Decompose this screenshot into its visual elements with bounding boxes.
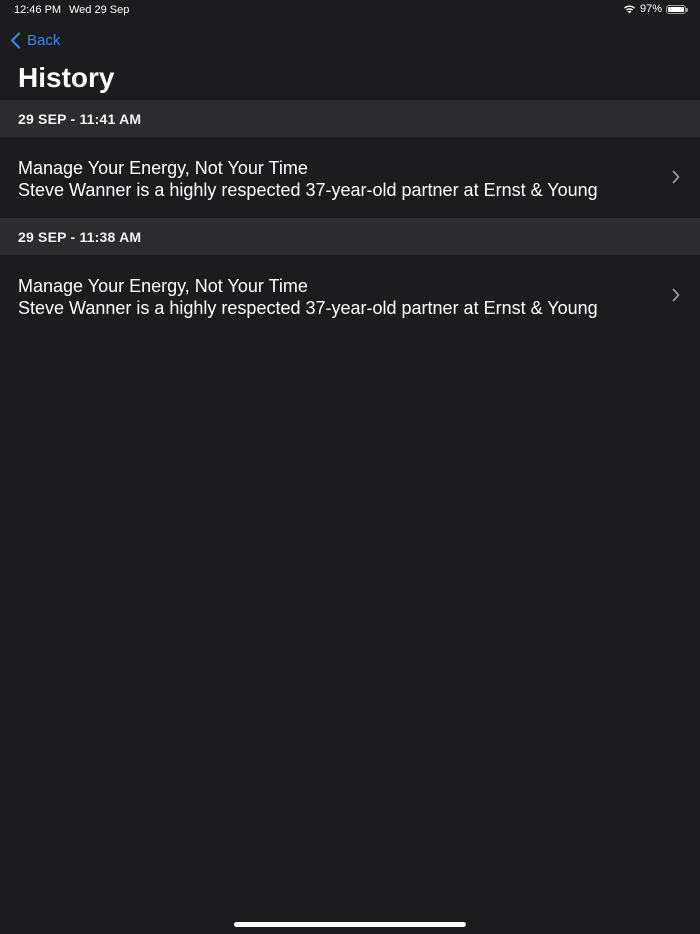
item-title: Manage Your Energy, Not Your Time [18,158,308,178]
wifi-icon [623,5,635,14]
status-indicators: 97% [623,3,688,15]
battery-nub [686,7,688,12]
home-indicator[interactable] [234,922,466,927]
status-bar: 12:46 PM Wed 29 Sep 97% [0,0,700,20]
history-item[interactable]: Manage Your Energy, Not Your Time Steve … [0,255,700,336]
page-title: History [18,62,115,93]
section-date-label: 29 SEP - 11:38 AM [18,228,142,245]
section-date-label: 29 SEP - 11:41 AM [18,110,142,127]
history-item[interactable]: Manage Your Energy, Not Your Time Steve … [0,137,700,218]
back-label: Back [27,31,61,49]
item-subtitle: Steve Wanner is a highly respected 37-ye… [18,298,598,318]
battery-level-fill [668,6,684,12]
back-button[interactable]: Back [10,30,60,50]
status-date: Wed 29 Sep [69,4,130,16]
battery-percent: 97% [639,3,662,15]
section-header: 29 SEP - 11:38 AM [0,218,700,255]
item-title: Manage Your Energy, Not Your Time [18,276,308,296]
battery-icon [666,4,688,14]
chevron-right-icon [672,288,680,302]
chevron-right-icon [672,170,680,184]
chevron-left-icon [10,31,21,49]
section-header: 29 SEP - 11:41 AM [0,100,700,137]
item-subtitle: Steve Wanner is a highly respected 37-ye… [18,180,598,200]
history-list: 29 SEP - 11:41 AM Manage Your Energy, No… [0,100,700,336]
history-screen: 12:46 PM Wed 29 Sep 97% Back History 29 … [0,0,700,934]
status-time: 12:46 PM [14,4,62,16]
